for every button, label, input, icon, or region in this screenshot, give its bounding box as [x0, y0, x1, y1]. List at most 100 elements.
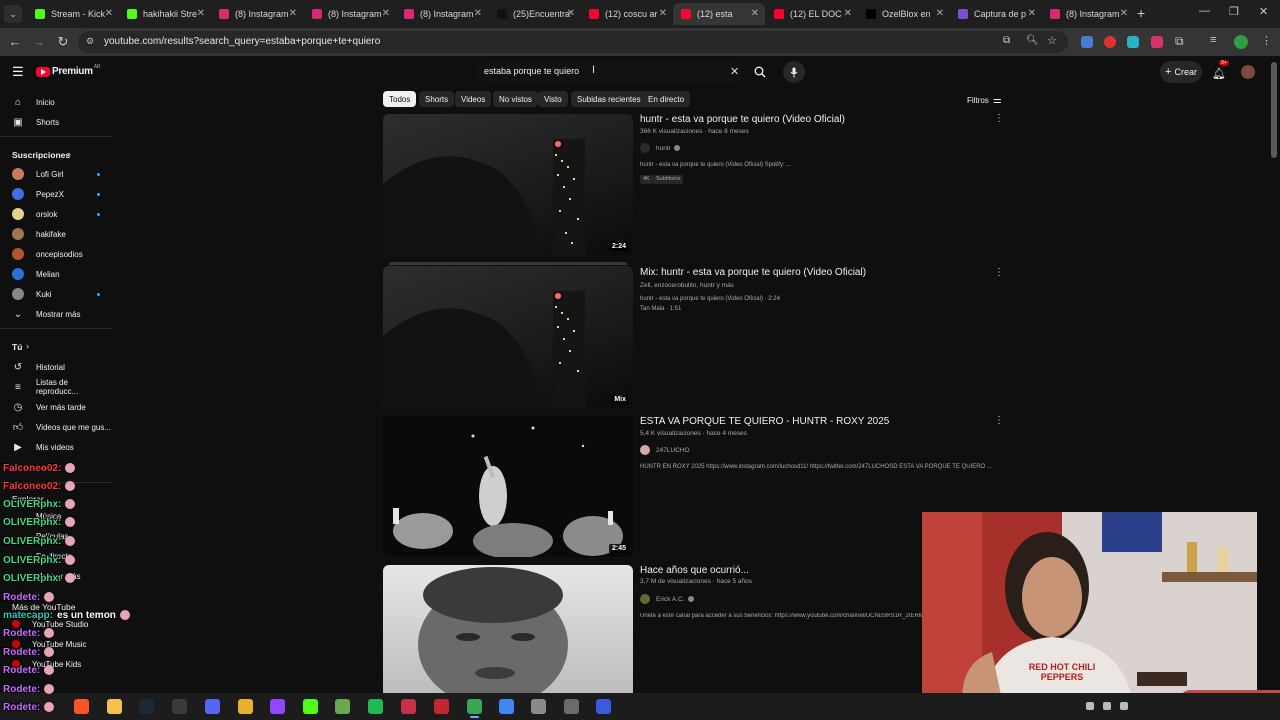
- show-more-button[interactable]: ⌄ Mostrar más: [0, 304, 112, 324]
- taskbar-app-banner-icon[interactable]: [434, 699, 449, 714]
- back-icon[interactable]: ←: [7, 34, 23, 50]
- extension-3-icon[interactable]: [1127, 36, 1139, 48]
- sidebar-item-you[interactable]: ≡ Listas de reproducc...: [0, 377, 112, 397]
- result-title[interactable]: Hace años que ocurrió...: [640, 565, 749, 576]
- tab-close-icon[interactable]: ✕: [659, 8, 667, 19]
- taskbar-brave-icon[interactable]: [74, 699, 89, 714]
- result-menu-icon[interactable]: ⋮: [994, 267, 1004, 278]
- sidebar-item-you[interactable]: ↺ Historial: [0, 357, 112, 377]
- result-thumbnail[interactable]: 2:24: [383, 114, 633, 255]
- browser-tab[interactable]: (8) Instagram ✕: [1042, 3, 1134, 25]
- reading-list-icon[interactable]: ≡: [1210, 34, 1216, 46]
- clear-search-icon[interactable]: ✕: [730, 65, 739, 78]
- result-title[interactable]: ESTA VA PORQUE TE QUIERO - HUNTR - ROXY …: [640, 416, 889, 427]
- tab-close-icon[interactable]: ✕: [567, 8, 575, 19]
- mix-track-1[interactable]: huntr - esta va porque te quiero (Video …: [640, 296, 780, 302]
- tab-close-icon[interactable]: ✕: [474, 8, 482, 19]
- forward-icon[interactable]: →: [31, 34, 47, 50]
- result-channel[interactable]: Erick A.C.: [640, 594, 694, 604]
- result-thumbnail[interactable]: 2:45: [383, 416, 633, 557]
- filter-chip[interactable]: Visto: [538, 91, 568, 107]
- tab-close-icon[interactable]: ✕: [105, 8, 113, 19]
- tab-close-icon[interactable]: ✕: [382, 8, 390, 19]
- sidebar-subscription[interactable]: oncepisodios: [0, 244, 112, 264]
- create-button[interactable]: + Crear: [1160, 61, 1202, 83]
- result-title[interactable]: huntr - esta va porque te quiero (Video …: [640, 114, 845, 125]
- tab-close-icon[interactable]: ✕: [844, 8, 852, 19]
- tray-wifi-icon[interactable]: [1103, 702, 1111, 710]
- extension-1-icon[interactable]: [1081, 36, 1093, 48]
- new-tab-button[interactable]: +: [1137, 5, 1145, 21]
- window-close-button[interactable]: ✕: [1259, 5, 1268, 18]
- tab-close-icon[interactable]: ✕: [936, 8, 944, 19]
- taskbar-minecraft-icon[interactable]: [335, 699, 350, 714]
- reload-icon[interactable]: ↻: [55, 34, 71, 50]
- sidebar-item-you[interactable]: ◷ Ver más tarde: [0, 397, 112, 417]
- restore-button[interactable]: ❐: [1229, 5, 1239, 18]
- search-input[interactable]: estaba porque te quiero I ✕: [476, 61, 744, 83]
- sidebar-item-you[interactable]: 👍︎ Videos que me gus...: [0, 417, 112, 437]
- extensions-puzzle-icon[interactable]: ⧉: [1175, 34, 1184, 49]
- result-channel[interactable]: huntr: [640, 143, 680, 153]
- taskbar-media-player-icon[interactable]: [564, 699, 579, 714]
- browser-tab[interactable]: (8) Instagram ✕: [211, 3, 303, 25]
- notifications-button[interactable]: 🔔︎ 9+: [1212, 60, 1229, 82]
- browser-tab[interactable]: (12) coscu ar ✕: [581, 3, 673, 25]
- tab-search-button[interactable]: ⌄: [4, 5, 22, 23]
- sidebar-item-inicio[interactable]: ⌂ Inicio: [0, 92, 112, 112]
- minimize-button[interactable]: —: [1199, 5, 1210, 17]
- tab-close-icon[interactable]: ✕: [1120, 8, 1128, 19]
- filter-chip[interactable]: Shorts: [419, 91, 455, 107]
- result-channel[interactable]: 247LUCHO: [640, 445, 690, 455]
- sidebar-subscription[interactable]: Kuki: [0, 284, 112, 304]
- you-heading[interactable]: Tú: [12, 342, 22, 352]
- tray-volume-icon[interactable]: [1120, 702, 1128, 710]
- taskbar-app-blue-icon[interactable]: [596, 699, 611, 714]
- filter-chip[interactable]: Subidas recientes: [571, 91, 647, 107]
- browser-tab[interactable]: OzelBlox en ✕: [858, 3, 950, 25]
- sidebar-subscription[interactable]: Melian: [0, 264, 112, 284]
- browser-tab[interactable]: (12) esta ✕: [673, 3, 765, 25]
- sidebar-subscription[interactable]: Lofi Girl: [0, 164, 112, 184]
- subscriptions-heading[interactable]: Suscripciones: [12, 150, 70, 160]
- sidebar-subscription[interactable]: hakifake: [0, 224, 112, 244]
- result-thumbnail[interactable]: Mix: [383, 266, 633, 408]
- browser-tab[interactable]: Captura de p ✕: [950, 3, 1042, 25]
- filter-chip[interactable]: No vistos: [493, 91, 538, 107]
- result-title[interactable]: Mix: huntr - esta va porque te quiero (V…: [640, 267, 866, 278]
- browser-tab[interactable]: (25)Encuentra ✕: [489, 3, 581, 25]
- taskbar-spotify-icon[interactable]: [368, 699, 383, 714]
- profile-avatar[interactable]: [1234, 35, 1248, 49]
- extension-4-icon[interactable]: [1151, 36, 1163, 48]
- result-thumbnail[interactable]: [383, 565, 633, 693]
- youtube-logo[interactable]: Premium AR: [36, 64, 101, 77]
- page-scrollbar[interactable]: [1271, 62, 1277, 158]
- browser-tab[interactable]: (8) Instagram ✕: [396, 3, 488, 25]
- taskbar-obs-icon[interactable]: [172, 699, 187, 714]
- taskbar-file-explorer-icon[interactable]: [107, 699, 122, 714]
- tab-close-icon[interactable]: ✕: [751, 8, 759, 19]
- browser-tab[interactable]: (8) Instagram ✕: [304, 3, 396, 25]
- filter-chip[interactable]: En directo: [642, 91, 691, 107]
- taskbar-twitch-icon[interactable]: [270, 699, 285, 714]
- filters-button[interactable]: Filtros ⚌: [967, 95, 1002, 106]
- sidebar-item-shorts[interactable]: ▣ Shorts: [0, 112, 112, 132]
- install-icon[interactable]: ⧉: [1003, 35, 1010, 46]
- bookmark-star-icon[interactable]: ☆: [1047, 34, 1057, 47]
- mix-track-2[interactable]: Tan Mala · 1:51: [640, 306, 681, 312]
- taskbar-settings-icon[interactable]: [531, 699, 546, 714]
- taskbar-chrome-2-icon[interactable]: [499, 699, 514, 714]
- filter-chip[interactable]: Videos: [455, 91, 492, 107]
- voice-search-button[interactable]: [783, 61, 805, 83]
- filter-chip[interactable]: Todos: [383, 91, 417, 107]
- taskbar-steam-icon[interactable]: [139, 699, 154, 714]
- tab-close-icon[interactable]: ✕: [289, 8, 297, 19]
- extension-2-icon[interactable]: [1104, 36, 1116, 48]
- browser-tab[interactable]: (12) EL DOC ✕: [766, 3, 858, 25]
- browser-menu-icon[interactable]: ⋮: [1261, 34, 1272, 47]
- browser-tab[interactable]: Stream - Kick ✕: [27, 3, 119, 25]
- zoom-icon[interactable]: 🔍︎: [1026, 35, 1039, 46]
- tab-close-icon[interactable]: ✕: [197, 8, 205, 19]
- taskbar-chrome-icon[interactable]: [238, 699, 253, 714]
- taskbar-kick-icon[interactable]: [303, 699, 318, 714]
